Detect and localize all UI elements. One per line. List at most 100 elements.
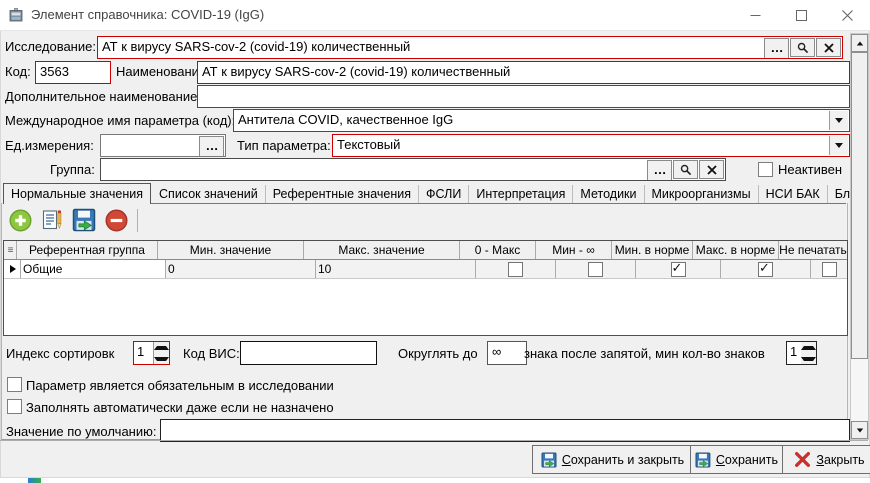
maximize-button[interactable] — [778, 0, 824, 30]
tab-interpretation[interactable]: Интерпретация — [469, 185, 573, 203]
code-value: 3563 — [40, 64, 69, 79]
vertical-scrollbar[interactable] — [850, 33, 869, 440]
sort-index-stepper[interactable]: 1 — [133, 341, 170, 365]
additional-name-label: Дополнительное наименование: — [5, 87, 201, 107]
close-button[interactable]: Закрыть — [782, 445, 870, 474]
delete-row-button[interactable] — [103, 207, 129, 233]
scrollbar-thumb[interactable] — [851, 52, 868, 359]
window-title: Элемент справочника: COVID-19 (IgG) — [31, 7, 264, 22]
min-digits-up-icon[interactable] — [801, 342, 816, 353]
default-value-field[interactable] — [160, 419, 850, 442]
toolbar-separator — [137, 209, 138, 232]
minimize-button[interactable] — [732, 0, 778, 30]
edit-row-button[interactable] — [39, 207, 65, 233]
sort-index-down-icon[interactable] — [154, 353, 169, 364]
save-button[interactable]: Сохранить — [690, 445, 783, 474]
tab-fsli[interactable]: ФСЛИ — [419, 185, 469, 203]
table-row[interactable]: Общие 0 10 — [4, 260, 847, 279]
cell-min-value[interactable]: 0 — [166, 260, 316, 278]
close-label: Закрыть — [816, 453, 864, 467]
study-field[interactable]: АТ к вирусу SARS-cov-2 (covid-19) количе… — [97, 36, 843, 59]
zero-max-checkbox[interactable] — [508, 262, 523, 277]
no-print-checkbox[interactable] — [822, 262, 837, 277]
inactive-checkbox[interactable] — [758, 162, 773, 177]
tab-methods[interactable]: Методики — [573, 185, 644, 203]
autofill-checkbox[interactable] — [7, 399, 22, 414]
cell-min-inf-checkbox-wrap — [556, 260, 636, 278]
col-max-in-norm[interactable]: Макс. в норме — [693, 241, 779, 259]
required-in-study-checkbox[interactable] — [7, 377, 22, 392]
unit-field[interactable]: … — [100, 134, 226, 157]
add-plus-icon — [8, 208, 33, 233]
additional-name-field[interactable] — [197, 85, 850, 108]
cell-reference-group[interactable]: Общие — [21, 260, 166, 278]
min-digits-down-icon[interactable] — [801, 353, 816, 364]
group-more-button[interactable]: … — [647, 160, 672, 181]
scroll-up-icon[interactable] — [851, 34, 868, 52]
cell-no-print-checkbox-wrap — [811, 260, 847, 278]
param-type-value: Текстовый — [337, 137, 400, 152]
tab-normal-values[interactable]: Нормальные значения — [3, 183, 151, 204]
normal-values-table: ≡ Референтная группа Мин. значение Макс.… — [3, 240, 848, 336]
col-min-in-norm[interactable]: Мин. в норме — [612, 241, 693, 259]
code-label: Код: — [5, 62, 31, 82]
save-floppy-icon — [541, 452, 557, 468]
cell-max-in-norm-checkbox-wrap — [721, 260, 811, 278]
save-label: Сохранить — [716, 453, 778, 467]
close-icon[interactable] — [824, 0, 870, 30]
group-search-icon[interactable] — [673, 160, 698, 179]
col-reference-group[interactable]: Референтная группа — [17, 241, 158, 259]
min-in-norm-checkbox[interactable] — [671, 262, 686, 277]
max-in-norm-checkbox[interactable] — [758, 262, 773, 277]
param-type-combobox[interactable]: Текстовый — [332, 134, 850, 157]
min-digits-stepper[interactable]: 1 — [786, 341, 817, 365]
autofill-label: Заполнять автоматически даже если не наз… — [26, 398, 334, 418]
international-name-dropdown-icon[interactable] — [829, 111, 848, 130]
round-field[interactable]: ∞ — [487, 341, 527, 365]
default-value-label: Значение по умолчанию: — [6, 422, 156, 442]
group-clear-icon[interactable] — [699, 160, 724, 179]
row-indicator-header-icon: ≡ — [4, 241, 17, 259]
col-min-inf[interactable]: Мин - ∞ — [536, 241, 612, 259]
add-row-button[interactable] — [7, 207, 33, 233]
international-name-combobox[interactable]: Антитела COVID, качественное IgG — [233, 109, 850, 132]
round-label: Округлять до — [398, 344, 478, 364]
vis-code-field[interactable] — [240, 341, 377, 365]
table-header-row: ≡ Референтная группа Мин. значение Макс.… — [4, 241, 847, 260]
study-search-icon[interactable] — [790, 38, 815, 57]
edit-document-icon — [40, 208, 65, 233]
unit-more-button[interactable]: … — [199, 136, 224, 157]
param-type-dropdown-icon[interactable] — [829, 136, 848, 155]
scroll-down-icon[interactable] — [851, 421, 868, 439]
international-name-label: Международное имя параметра (код): — [5, 111, 235, 131]
save-floppy-icon — [72, 208, 96, 232]
col-zero-max[interactable]: 0 - Макс — [460, 241, 536, 259]
round-value: ∞ — [492, 344, 501, 359]
col-no-print[interactable]: Не печатать — [779, 241, 847, 259]
close-x-icon — [794, 451, 811, 468]
study-clear-icon[interactable] — [816, 38, 841, 57]
row-marker-icon — [4, 260, 21, 278]
tab-reference-values[interactable]: Референтные значения — [266, 185, 419, 203]
cell-max-value[interactable]: 10 — [316, 260, 476, 278]
round-suffix-label: знака после запятой, мин кол-во знаков — [524, 344, 765, 364]
tab-microorganisms[interactable]: Микроорганизмы — [645, 185, 759, 203]
delete-minus-icon — [104, 208, 129, 233]
tab-strip: Нормальные значения Список значений Рефе… — [3, 183, 846, 204]
group-field[interactable]: … — [100, 158, 726, 181]
cell-min-in-norm-checkbox-wrap — [636, 260, 721, 278]
code-field[interactable]: 3563 — [35, 61, 111, 84]
col-min-value[interactable]: Мин. значение — [158, 241, 304, 259]
sort-index-up-icon[interactable] — [154, 342, 169, 353]
save-row-button[interactable] — [71, 207, 97, 233]
name-field[interactable]: АТ к вирусу SARS-cov-2 (covid-19) количе… — [197, 61, 850, 84]
col-max-value[interactable]: Макс. значение — [304, 241, 460, 259]
min-inf-checkbox[interactable] — [588, 262, 603, 277]
tab-nsi-bak[interactable]: НСИ БАК — [759, 185, 828, 203]
tab-value-list[interactable]: Список значений — [152, 185, 266, 203]
sort-index-label: Индекс сортировк — [6, 344, 114, 364]
required-in-study-label: Параметр является обязательным в исследо… — [26, 376, 334, 396]
save-and-close-button[interactable]: Сохранить и закрыть — [532, 445, 693, 474]
app-icon — [8, 7, 24, 23]
study-more-button[interactable]: … — [764, 38, 789, 59]
